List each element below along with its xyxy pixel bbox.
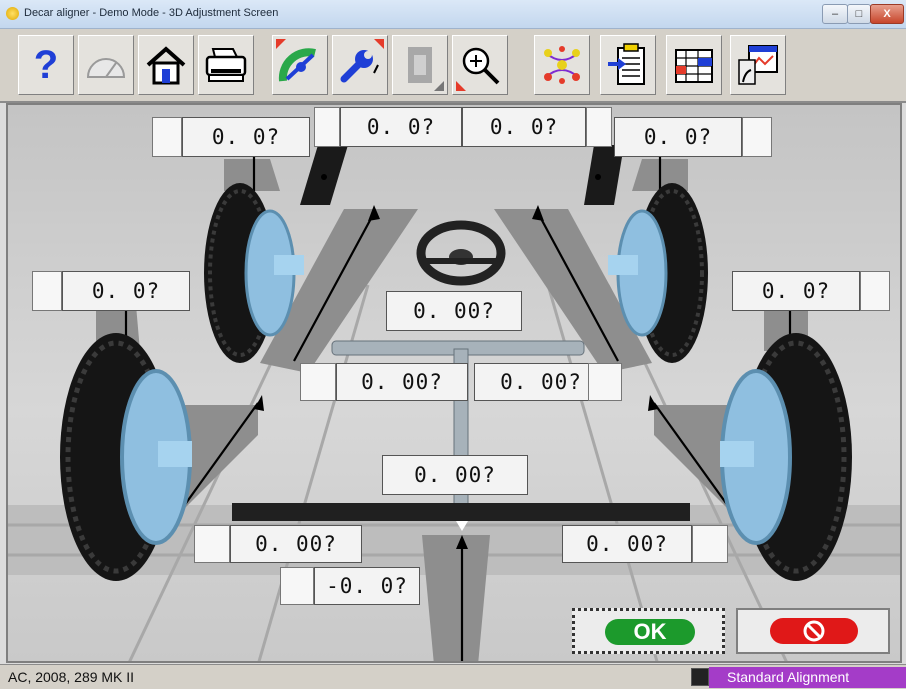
ok-label: OK	[633, 619, 667, 644]
mode-icon	[691, 668, 709, 686]
rear-left-camber-value: 0. 0?	[62, 271, 190, 311]
rear-total-toe-value: 0. 00?	[382, 455, 528, 495]
report-window-icon	[738, 45, 778, 85]
zoom-button[interactable]	[452, 35, 508, 95]
tools-button[interactable]	[332, 35, 388, 95]
title-bar: Decar aligner - Demo Mode - 3D Adjustmen…	[0, 0, 906, 29]
adjustment-view: 0. 0? 0. 0? 0. 0? 0. 0? 0. 0? 0. 0? 0. 0…	[6, 103, 902, 663]
adjust-measure-icon	[278, 48, 316, 82]
camber-icon	[152, 117, 182, 157]
status-bar: AC, 2008, 289 MK II Standard Alignment	[0, 664, 906, 689]
gauge-button[interactable]	[78, 35, 134, 95]
thrust-angle-icon	[280, 567, 314, 605]
mode-label: Standard Alignment	[727, 669, 850, 685]
toe-icon	[588, 363, 622, 401]
report-button[interactable]	[730, 35, 786, 95]
camber-icon	[32, 271, 62, 311]
help-button[interactable]: ?	[18, 35, 74, 95]
window-title: Decar aligner - Demo Mode - 3D Adjustmen…	[24, 7, 279, 19]
vehicle-info: AC, 2008, 289 MK II	[8, 669, 135, 685]
clipboard-import-icon	[608, 43, 645, 85]
print-button[interactable]	[198, 35, 254, 95]
cancel-icon	[803, 620, 825, 642]
toe-icon	[692, 525, 728, 563]
close-icon: X	[883, 8, 891, 20]
spreadsheet-button[interactable]	[666, 35, 722, 95]
toe-icon	[300, 363, 336, 401]
camber-icon	[314, 107, 340, 147]
maximize-icon: □	[855, 8, 863, 20]
cancel-button[interactable]	[736, 608, 890, 654]
import-button[interactable]	[600, 35, 656, 95]
app-icon	[6, 7, 19, 20]
rear-right-toe-value: 0. 00?	[562, 525, 692, 563]
toe-icon	[194, 525, 230, 563]
ok-button[interactable]: OK	[572, 608, 725, 654]
toolbar: ?	[0, 29, 906, 103]
close-button[interactable]: X	[870, 4, 904, 24]
printer-icon	[205, 48, 247, 82]
camber-icon	[586, 107, 612, 147]
camber-icon	[742, 117, 772, 157]
front-left-caster-value: 0. 0?	[340, 107, 462, 147]
front-right-caster-value: 0. 0?	[462, 107, 586, 147]
spreadsheet-icon	[675, 49, 713, 83]
dots-pattern-icon	[544, 46, 580, 84]
help-icon: ?	[33, 42, 59, 87]
minimize-icon: –	[831, 8, 839, 20]
pattern-button[interactable]	[534, 35, 590, 95]
front-right-camber-value: 0. 0?	[614, 117, 742, 157]
maximize-button[interactable]: □	[847, 4, 871, 24]
rear-left-toe-value: 0. 00?	[230, 525, 362, 563]
steering-value: 0. 00?	[386, 291, 522, 331]
adjust-button[interactable]	[272, 35, 328, 95]
steering-wheel-icon	[416, 220, 506, 286]
thrust-angle-value: -0. 0?	[314, 567, 420, 605]
minimize-button[interactable]: –	[822, 4, 848, 24]
wrench-tool-icon	[340, 50, 379, 83]
camber-icon	[860, 271, 890, 311]
rear-right-camber-value: 0. 0?	[732, 271, 860, 311]
front-left-camber-value: 0. 0?	[182, 117, 310, 157]
gauge-icon	[86, 58, 126, 78]
home-icon	[146, 46, 186, 85]
home-button[interactable]	[138, 35, 194, 95]
film-button[interactable]	[392, 35, 448, 95]
front-left-toe-value: 0. 00?	[336, 363, 468, 401]
